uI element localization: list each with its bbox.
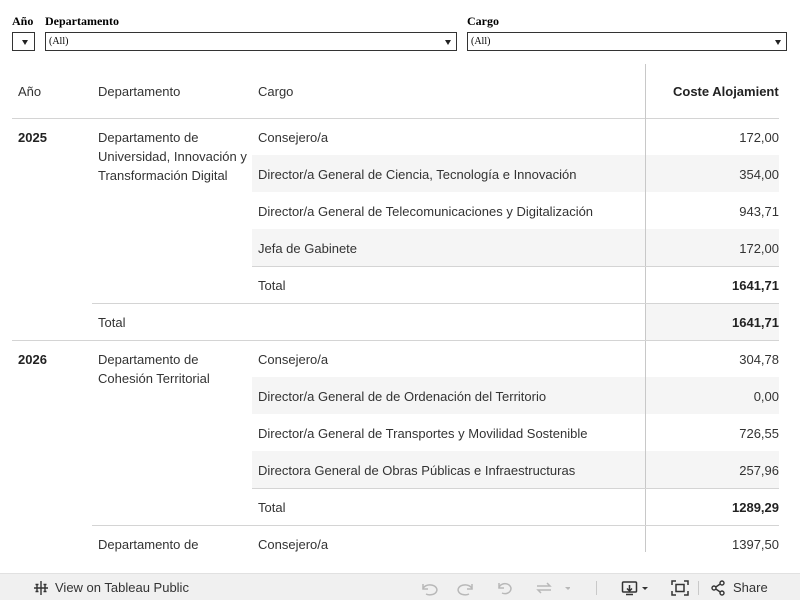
header-cost[interactable]: Coste Alojamiento xyxy=(673,64,779,118)
chevron-down-icon xyxy=(445,40,451,45)
cargo-cell: Consejero/a xyxy=(258,130,329,145)
cargo-cell: Consejero/a xyxy=(258,537,329,552)
header-department[interactable]: Departamento xyxy=(98,64,180,118)
cost-cell: 0,00 xyxy=(753,389,779,404)
department-cell: Departamento de Universidad, Innovación … xyxy=(98,130,247,183)
cost-cell: 726,55 xyxy=(739,426,779,441)
redo-icon xyxy=(457,580,477,596)
subtotal-label: Total xyxy=(258,500,286,515)
year-cell: 2025 xyxy=(18,130,47,145)
refresh-button[interactable] xyxy=(534,574,570,600)
cargo-filter-label: Cargo xyxy=(467,14,499,28)
cargo-cell: Director/a General de Telecomunicaciones… xyxy=(258,204,594,219)
fullscreen-icon xyxy=(671,579,689,596)
cost-cell: 354,00 xyxy=(739,167,779,182)
cost-cell: 172,00 xyxy=(739,130,779,145)
cost-cell: 304,78 xyxy=(739,352,779,367)
department-filter-label: Departamento xyxy=(45,14,119,28)
column-divider xyxy=(645,64,646,552)
bottom-toolbar: View on Tableau Public Share xyxy=(0,573,800,600)
subtotal-label: Total xyxy=(258,278,286,293)
row-divider xyxy=(92,303,779,304)
header-divider xyxy=(12,118,779,119)
download-icon xyxy=(621,580,651,596)
cargo-cell: Directora General de Obras Públicas e In… xyxy=(258,463,576,478)
department-cell: Departamento de xyxy=(98,537,199,552)
revert-icon xyxy=(496,580,516,596)
toolbar-separator xyxy=(698,581,699,595)
cost-cell: 172,00 xyxy=(739,241,779,256)
cost-cell: 943,71 xyxy=(739,204,779,219)
undo-button[interactable] xyxy=(418,574,438,600)
crosstab-view: Año Departamento Cargo Coste Alojamiento… xyxy=(12,64,779,552)
cost-cell: 1397,50 xyxy=(732,537,779,552)
subtotal-cost: 1289,29 xyxy=(732,500,779,515)
share-label: Share xyxy=(733,580,768,595)
cargo-filter-value: (All) xyxy=(471,36,491,47)
cargo-filter: Cargo (All) xyxy=(467,14,787,51)
revert-button[interactable] xyxy=(496,574,516,600)
chevron-down-icon xyxy=(22,40,28,45)
download-button[interactable] xyxy=(621,574,651,600)
header-year[interactable]: Año xyxy=(18,64,41,118)
redo-button[interactable] xyxy=(457,574,477,600)
fullscreen-button[interactable] xyxy=(671,574,689,600)
chevron-down-icon xyxy=(775,40,781,45)
toolbar-separator xyxy=(596,581,597,595)
cargo-cell: Director/a General de Ciencia, Tecnologí… xyxy=(258,167,577,182)
total-cost: 1641,71 xyxy=(732,315,779,330)
cargo-cell: Consejero/a xyxy=(258,352,329,367)
year-filter-dropdown[interactable] xyxy=(12,32,35,51)
view-on-tableau-public-label: View on Tableau Public xyxy=(55,580,189,595)
share-icon xyxy=(710,579,726,596)
row-divider xyxy=(12,340,779,341)
cargo-cell: Director/a General de de Ordenación del … xyxy=(258,389,547,404)
cargo-cell: Jefa de Gabinete xyxy=(258,241,358,256)
department-filter-dropdown[interactable]: (All) xyxy=(45,32,457,51)
department-cell: Departamento de Cohesión Territorial xyxy=(98,352,210,386)
department-filter-value: (All) xyxy=(49,36,69,47)
cargo-filter-dropdown[interactable]: (All) xyxy=(467,32,787,51)
header-cargo[interactable]: Cargo xyxy=(258,64,293,118)
cost-cell: 257,96 xyxy=(739,463,779,478)
view-on-tableau-public-button[interactable]: View on Tableau Public xyxy=(33,574,189,600)
year-filter-label: Año xyxy=(12,14,34,28)
undo-icon xyxy=(418,580,438,596)
refresh-icon xyxy=(534,580,570,596)
share-button[interactable]: Share xyxy=(710,574,768,600)
cargo-cell: Director/a General de Transportes y Movi… xyxy=(258,426,588,441)
tableau-logo-icon xyxy=(33,580,49,596)
subtotal-cost: 1641,71 xyxy=(732,278,779,293)
year-filter: Año xyxy=(12,14,35,51)
total-label: Total xyxy=(98,315,126,330)
year-cell: 2026 xyxy=(18,352,47,367)
department-filter: Departamento (All) xyxy=(45,14,457,51)
